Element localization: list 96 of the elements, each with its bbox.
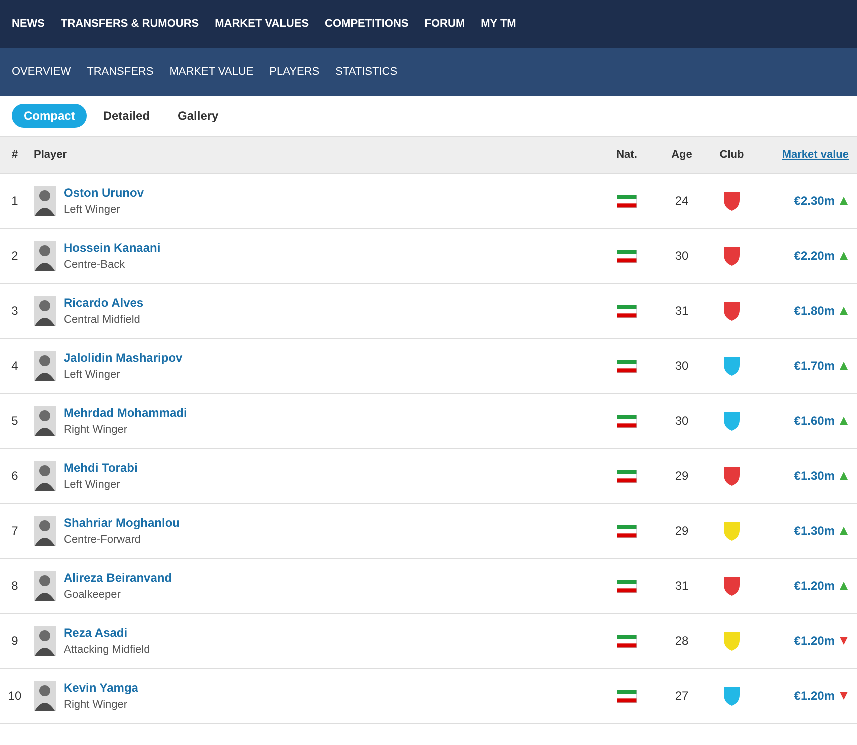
player-age: 27 xyxy=(674,688,690,705)
column-header: Player xyxy=(33,148,68,163)
flag-icon xyxy=(617,360,637,372)
subnav-link[interactable]: OVERVIEW xyxy=(12,64,72,80)
club-crest-icon[interactable] xyxy=(722,685,742,707)
player-photo xyxy=(34,571,56,601)
player-position: Left Winger xyxy=(64,368,122,383)
rank-number: 10 xyxy=(7,688,23,705)
nav-link[interactable]: MY TM xyxy=(481,16,516,32)
player-photo xyxy=(34,681,56,711)
player-age: 31 xyxy=(674,578,690,595)
club-crest-icon[interactable] xyxy=(722,245,742,267)
player-photo xyxy=(34,241,56,271)
club-crest-icon[interactable] xyxy=(722,300,742,322)
column-header: # xyxy=(10,148,20,163)
flag-icon xyxy=(617,524,637,538)
flag-icon xyxy=(617,194,637,208)
subnav-link[interactable]: TRANSFERS xyxy=(87,64,154,80)
market-value-link[interactable]: €2.20m xyxy=(794,247,835,265)
subnav-link[interactable]: PLAYERS xyxy=(270,64,320,80)
rank-number: 1 xyxy=(10,193,20,210)
column-header: Nat. xyxy=(616,148,638,163)
player-name-link[interactable]: Alireza Beiranvand xyxy=(64,568,172,587)
market-value-link[interactable]: €1.70m xyxy=(794,357,835,375)
market-value-link[interactable]: €1.80m xyxy=(794,302,835,320)
market-value-link[interactable]: €1.60m xyxy=(794,412,835,430)
player-position: Centre-Forward xyxy=(64,532,142,548)
player-position: Left Winger xyxy=(64,202,122,218)
player-position: Attacking Midfield xyxy=(64,642,150,658)
subnav-link[interactable]: MARKET VALUE xyxy=(170,64,254,80)
player-position: Central Midfield xyxy=(64,312,142,328)
player-position: Goalkeeper xyxy=(64,588,122,603)
player-name-link[interactable]: Mehdi Torabi xyxy=(64,458,138,477)
club-crest-icon[interactable] xyxy=(722,190,742,212)
player-name-link[interactable]: Hossein Kanaani xyxy=(64,238,161,257)
player-age: 29 xyxy=(674,523,690,540)
player-position: Left Winger xyxy=(64,478,122,493)
column-header: Club xyxy=(718,148,746,163)
player-photo xyxy=(34,351,56,381)
player-photo xyxy=(34,626,56,656)
rank-number: 5 xyxy=(10,413,20,430)
player-age: 30 xyxy=(674,413,690,430)
flag-icon xyxy=(617,414,637,428)
view-tab[interactable]: Compact xyxy=(12,104,88,128)
nav-link[interactable]: FORUM xyxy=(424,16,466,32)
market-value-link[interactable]: €1.20m xyxy=(794,687,835,705)
player-position: Right Winger xyxy=(64,422,129,438)
market-value-link[interactable]: €2.30m xyxy=(794,192,835,210)
rank-number: 2 xyxy=(10,248,20,265)
column-header: Age xyxy=(670,148,694,163)
flag-icon xyxy=(617,580,637,592)
nav-link[interactable]: MARKET VALUES xyxy=(215,16,310,32)
player-name-link[interactable]: Oston Urunov xyxy=(64,184,144,202)
market-value-link[interactable]: €1.30m xyxy=(794,522,835,540)
market-value-link[interactable]: €1.20m xyxy=(794,577,835,595)
subnav-link[interactable]: STATISTICS xyxy=(336,64,398,80)
player-age: 31 xyxy=(674,303,690,320)
club-crest-icon[interactable] xyxy=(722,355,742,377)
rank-number: 7 xyxy=(10,523,20,540)
nav-link[interactable]: TRANSFERS & RUMOURS xyxy=(61,16,200,32)
player-age: 24 xyxy=(674,193,690,210)
rank-number: 8 xyxy=(10,578,20,595)
club-crest-icon[interactable] xyxy=(722,410,742,432)
rank-number: 9 xyxy=(10,633,20,650)
player-age: 30 xyxy=(674,248,690,265)
flag-icon xyxy=(617,690,637,702)
player-photo xyxy=(34,296,56,326)
rank-number: 6 xyxy=(10,468,20,485)
player-age: 28 xyxy=(674,633,690,650)
player-age: 30 xyxy=(674,358,690,375)
column-header[interactable]: Market value xyxy=(757,146,857,164)
player-name-link[interactable]: Reza Asadi xyxy=(64,624,150,642)
market-value-link[interactable]: €1.30m xyxy=(794,467,835,485)
rank-number: 3 xyxy=(10,303,20,320)
flag-icon xyxy=(617,250,637,262)
player-photo xyxy=(34,516,56,546)
player-photo xyxy=(34,461,56,491)
flag-icon xyxy=(617,304,637,318)
rank-number: 4 xyxy=(10,358,20,375)
nav-link[interactable]: COMPETITIONS xyxy=(325,16,409,32)
player-photo xyxy=(34,186,56,216)
club-crest-icon[interactable] xyxy=(722,575,742,597)
player-name-link[interactable]: Mehrdad Mohammadi xyxy=(64,404,188,422)
club-crest-icon[interactable] xyxy=(722,465,742,487)
nav-link[interactable]: NEWS xyxy=(12,16,45,32)
player-photo xyxy=(34,406,56,436)
market-value-link[interactable]: €1.20m xyxy=(794,632,835,650)
player-name-link[interactable]: Shahriar Moghanlou xyxy=(64,514,180,532)
player-name-link[interactable]: Ricardo Alves xyxy=(64,294,144,312)
player-position: Centre-Back xyxy=(64,258,126,273)
player-position: Right Winger xyxy=(64,698,129,713)
player-name-link[interactable]: Jalolidin Masharipov xyxy=(64,348,183,367)
flag-icon xyxy=(617,634,637,648)
player-name-link[interactable]: Kevin Yamga xyxy=(64,678,138,697)
player-age: 29 xyxy=(674,468,690,485)
flag-icon xyxy=(617,470,637,482)
